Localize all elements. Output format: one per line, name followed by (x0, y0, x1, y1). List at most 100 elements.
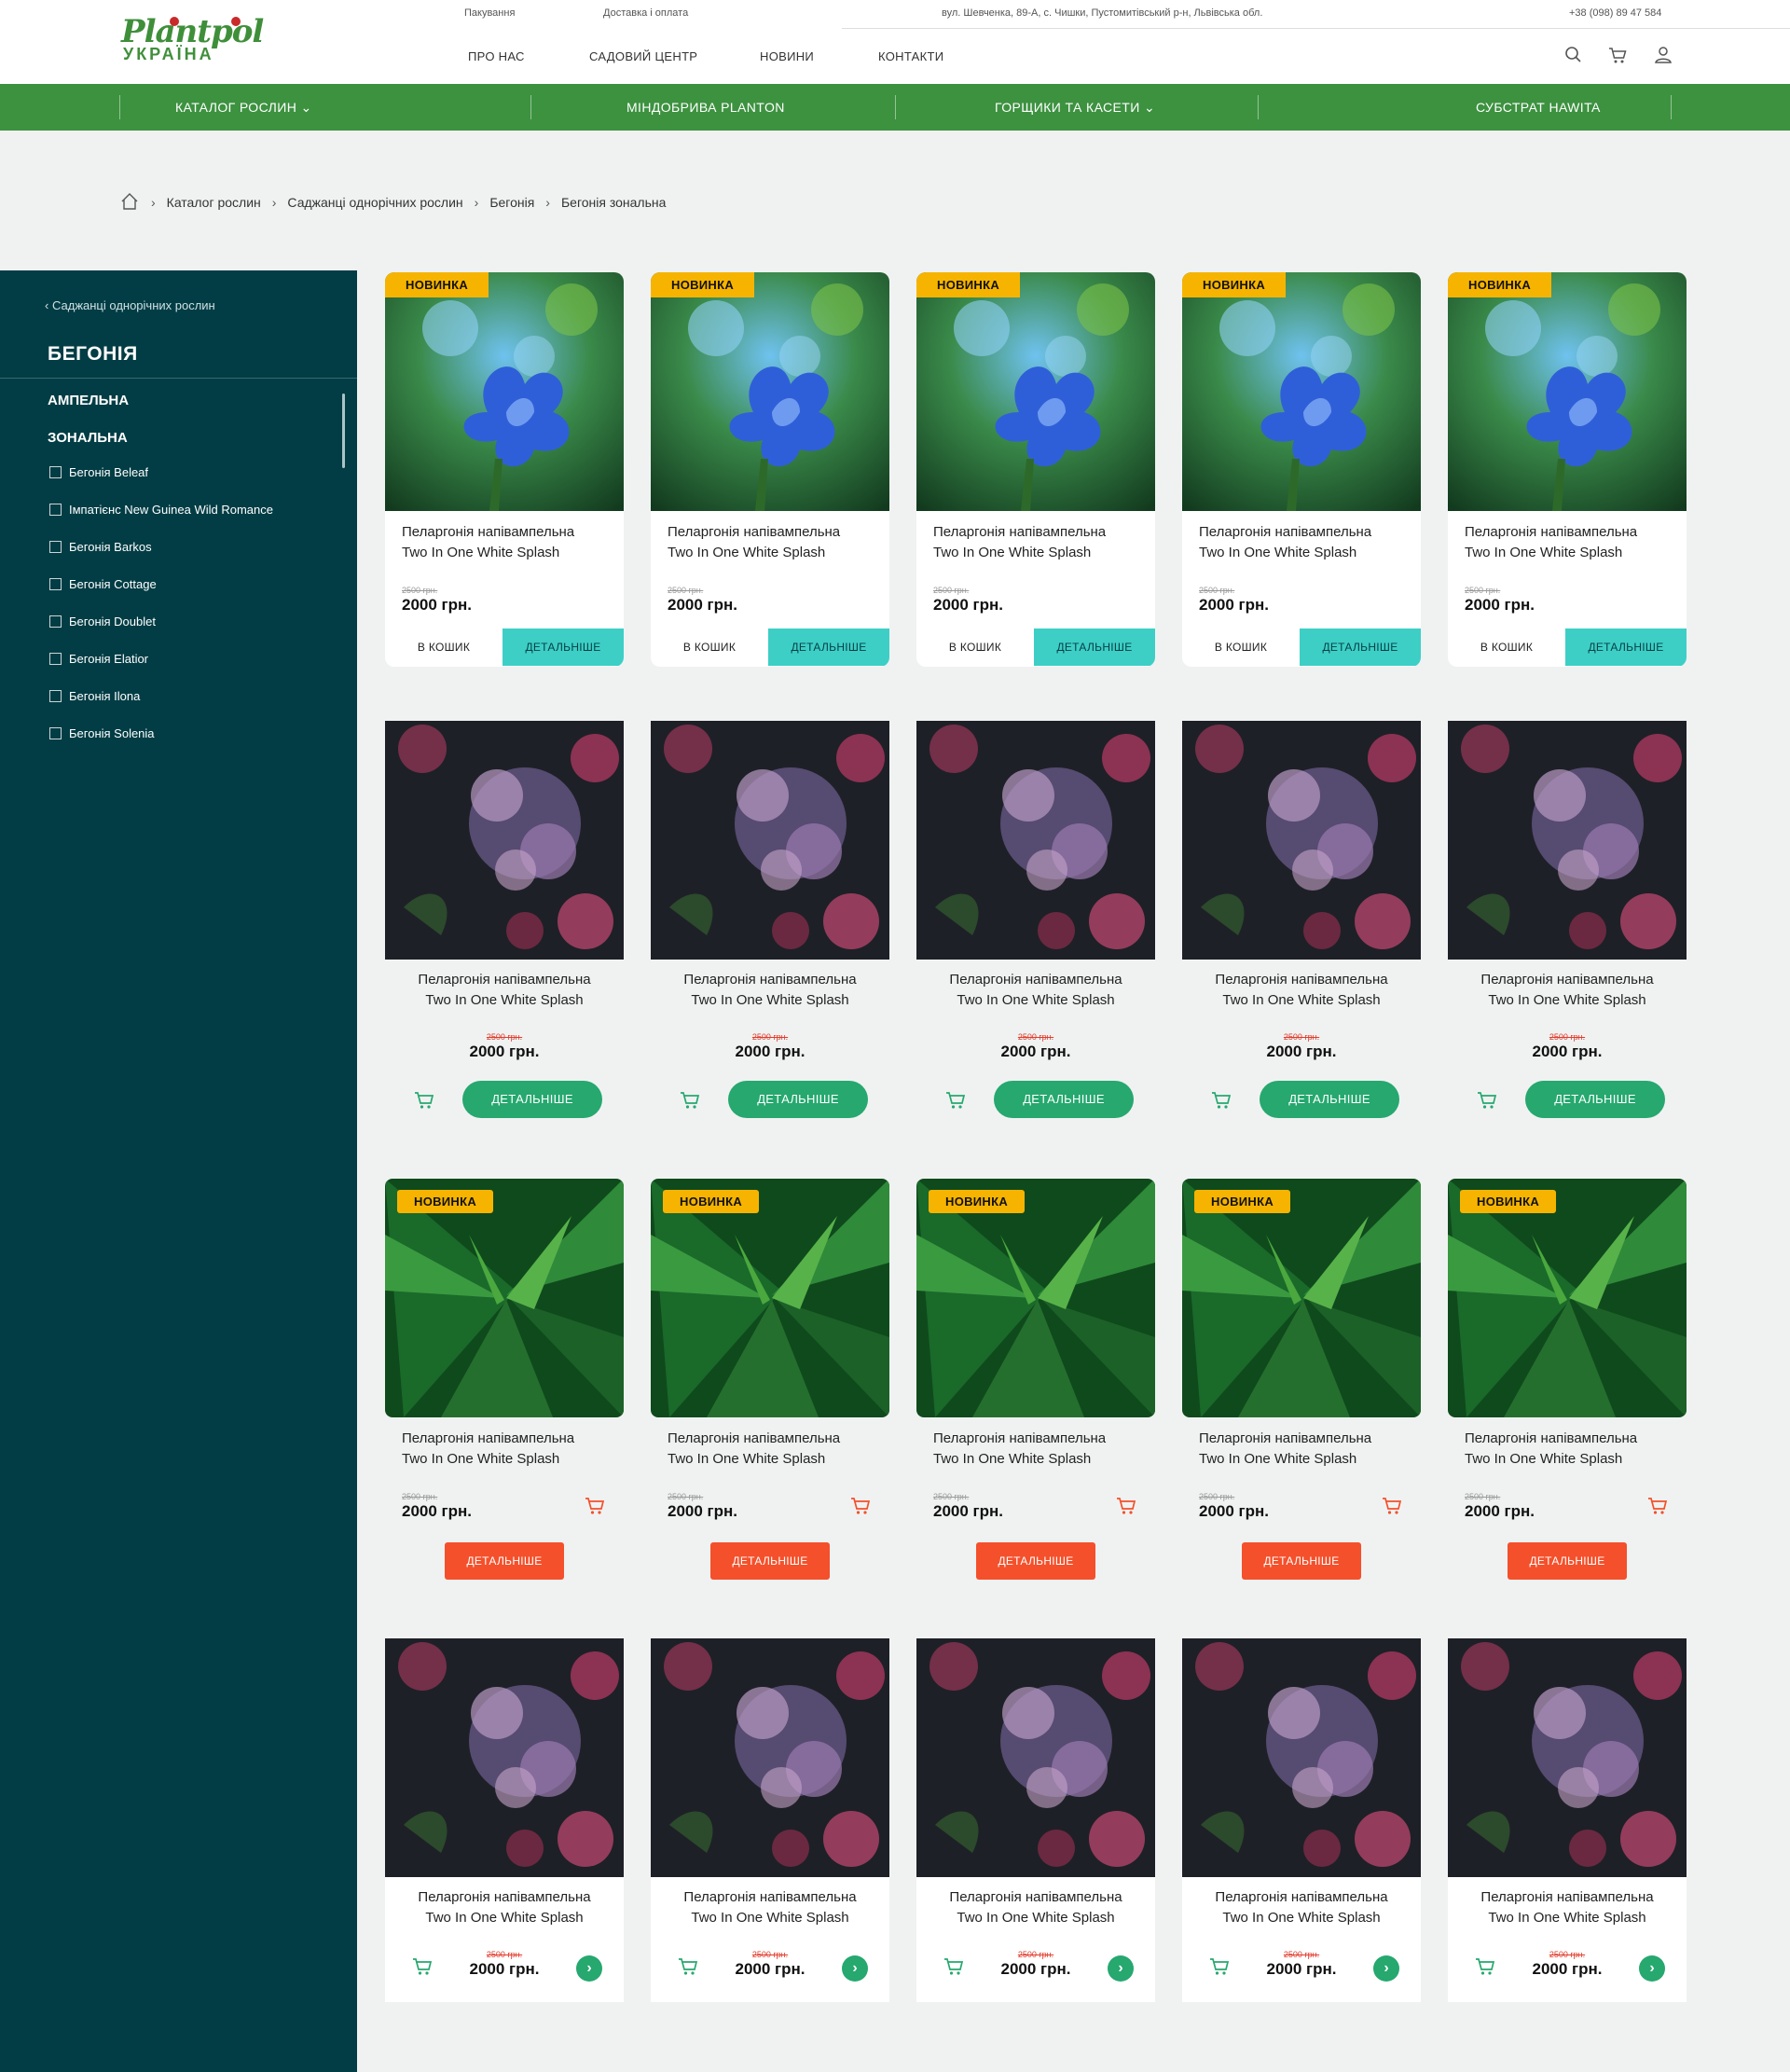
product-image[interactable] (916, 1179, 1155, 1417)
product-name[interactable]: Пеларгонія напівампельна (1199, 1429, 1413, 1449)
cart-icon[interactable] (1381, 1496, 1403, 1516)
nav-garden-center[interactable]: САДОВИЙ ЦЕНТР (589, 49, 697, 63)
product-image[interactable] (385, 721, 624, 960)
details-button[interactable]: ДЕТАЛЬНІШЕ (503, 629, 624, 666)
product-image[interactable] (916, 721, 1155, 960)
details-button[interactable]: ДЕТАЛЬНІШЕ (976, 1542, 1095, 1580)
product-image[interactable] (1182, 1179, 1421, 1417)
home-icon[interactable] (119, 191, 140, 214)
product-name-sub[interactable]: Two In One White Splash (916, 990, 1155, 1011)
product-image[interactable] (385, 1638, 624, 1877)
next-arrow-button[interactable]: › (1108, 1955, 1134, 1982)
product-name[interactable]: Пеларгонія напівампельна (668, 1429, 882, 1449)
product-image[interactable] (651, 721, 889, 960)
details-button[interactable]: ДЕТАЛЬНІШЕ (1260, 1081, 1399, 1118)
product-name-sub[interactable]: Two In One White Splash (1448, 990, 1687, 1011)
category-fertilizers[interactable]: МІНДОБРИВА PLANTON (626, 84, 785, 131)
link-packaging[interactable]: Пакування (464, 7, 515, 19)
checkbox[interactable] (49, 615, 62, 628)
product-name-sub[interactable]: Two In One White Splash (668, 1449, 882, 1470)
cart-icon[interactable] (413, 1090, 435, 1111)
checkbox[interactable] (49, 578, 62, 590)
product-image[interactable] (1182, 272, 1421, 511)
filter-item[interactable]: Бегонія Barkos (49, 540, 152, 554)
product-name[interactable]: Пеларгонія напівампельна (385, 970, 624, 990)
product-name-sub[interactable]: Two In One White Splash (916, 1908, 1155, 1928)
product-name-sub[interactable]: Two In One White Splash (933, 1449, 1148, 1470)
product-name-sub[interactable]: Two In One White Splash (1182, 1908, 1421, 1928)
link-delivery[interactable]: Доставка і оплата (603, 7, 688, 19)
user-icon[interactable] (1653, 45, 1673, 65)
product-image[interactable] (1448, 721, 1687, 960)
next-arrow-button[interactable]: › (1639, 1955, 1665, 1982)
filter-item[interactable]: Бегонія Elatior (49, 652, 148, 666)
product-name-sub[interactable]: Two In One White Splash (651, 1908, 889, 1928)
checkbox[interactable] (49, 466, 62, 478)
product-name[interactable]: Пеларгонія напівампельна (651, 1887, 889, 1908)
checkbox[interactable] (49, 653, 62, 665)
product-name-sub[interactable]: Two In One White Splash (402, 543, 616, 563)
cart-icon[interactable] (1208, 1956, 1231, 1977)
category-substrate[interactable]: СУБСТРАТ HAWITA (1476, 84, 1601, 131)
product-name-sub[interactable]: Two In One White Splash (1448, 1908, 1687, 1928)
logo[interactable]: Plantpol УКРАЇНА (121, 15, 266, 65)
breadcrumb-link[interactable]: Каталог рослин (167, 195, 261, 210)
next-arrow-button[interactable]: › (576, 1955, 602, 1982)
breadcrumb-link[interactable]: Саджанці однорічних рослин (287, 195, 462, 210)
product-name[interactable]: Пеларгонія напівампельна (385, 1887, 624, 1908)
details-button[interactable]: ДЕТАЛЬНІШЕ (1034, 629, 1155, 666)
filter-item[interactable]: Бегонія Doublet (49, 615, 156, 629)
details-button[interactable]: ДЕТАЛЬНІШЕ (1300, 629, 1421, 666)
product-image[interactable] (651, 1179, 889, 1417)
cart-icon[interactable] (1474, 1956, 1496, 1977)
cart-icon[interactable] (584, 1496, 606, 1516)
details-button[interactable]: ДЕТАЛЬНІШЕ (710, 1542, 830, 1580)
product-name[interactable]: Пеларгонія напівампельна (1182, 970, 1421, 990)
product-image[interactable] (1182, 721, 1421, 960)
add-to-cart-button[interactable]: В КОШИК (1448, 629, 1565, 666)
nav-news[interactable]: НОВИНИ (760, 49, 814, 63)
product-name[interactable]: Пеларгонія напівампельна (933, 1429, 1148, 1449)
details-button[interactable]: ДЕТАЛЬНІШЕ (1525, 1081, 1665, 1118)
product-name[interactable]: Пеларгонія напівампельна (1465, 522, 1679, 543)
product-image[interactable] (651, 272, 889, 511)
product-name-sub[interactable]: Two In One White Splash (1182, 990, 1421, 1011)
details-button[interactable]: ДЕТАЛЬНІШЕ (768, 629, 889, 666)
product-name-sub[interactable]: Two In One White Splash (933, 543, 1148, 563)
cart-icon[interactable] (1210, 1090, 1232, 1111)
category-plants[interactable]: КАТАЛОГ РОСЛИН ⌄ (175, 84, 312, 131)
filter-item[interactable]: Бегонія Solenia (49, 726, 155, 740)
product-name[interactable]: Пеларгонія напівампельна (402, 522, 616, 543)
details-button[interactable]: ДЕТАЛЬНІШЕ (462, 1081, 602, 1118)
cart-icon[interactable] (411, 1956, 434, 1977)
product-name-sub[interactable]: Two In One White Splash (651, 990, 889, 1011)
filter-item[interactable]: Бегонія Ilona (49, 689, 140, 703)
product-image[interactable] (916, 1638, 1155, 1877)
cart-icon[interactable] (1646, 1496, 1669, 1516)
product-name[interactable]: Пеларгонія напівампельна (1182, 1887, 1421, 1908)
product-name-sub[interactable]: Two In One White Splash (402, 1449, 616, 1470)
product-name-sub[interactable]: Two In One White Splash (1199, 543, 1413, 563)
breadcrumb-link[interactable]: Бегонія (489, 195, 534, 210)
product-name-sub[interactable]: Two In One White Splash (385, 1908, 624, 1928)
product-name-sub[interactable]: Two In One White Splash (1465, 543, 1679, 563)
nav-about[interactable]: ПРО НАС (468, 49, 525, 63)
next-arrow-button[interactable]: › (1373, 1955, 1399, 1982)
product-name[interactable]: Пеларгонія напівампельна (1448, 970, 1687, 990)
cart-icon[interactable] (679, 1090, 701, 1111)
cart-icon[interactable] (677, 1956, 699, 1977)
nav-contacts[interactable]: КОНТАКТИ (878, 49, 943, 63)
details-button[interactable]: ДЕТАЛЬНІШЕ (1242, 1542, 1361, 1580)
product-name-sub[interactable]: Two In One White Splash (1199, 1449, 1413, 1470)
phone[interactable]: +38 (098) 89 47 584 (1569, 7, 1661, 19)
product-name-sub[interactable]: Two In One White Splash (668, 543, 882, 563)
product-image[interactable] (651, 1638, 889, 1877)
cart-icon[interactable] (849, 1496, 872, 1516)
product-image[interactable] (1448, 272, 1687, 511)
product-name[interactable]: Пеларгонія напівампельна (916, 970, 1155, 990)
product-name[interactable]: Пеларгонія напівампельна (916, 1887, 1155, 1908)
product-name-sub[interactable]: Two In One White Splash (1465, 1449, 1679, 1470)
cart-icon[interactable] (944, 1090, 967, 1111)
cart-icon[interactable] (1607, 45, 1628, 65)
product-image[interactable] (1448, 1638, 1687, 1877)
